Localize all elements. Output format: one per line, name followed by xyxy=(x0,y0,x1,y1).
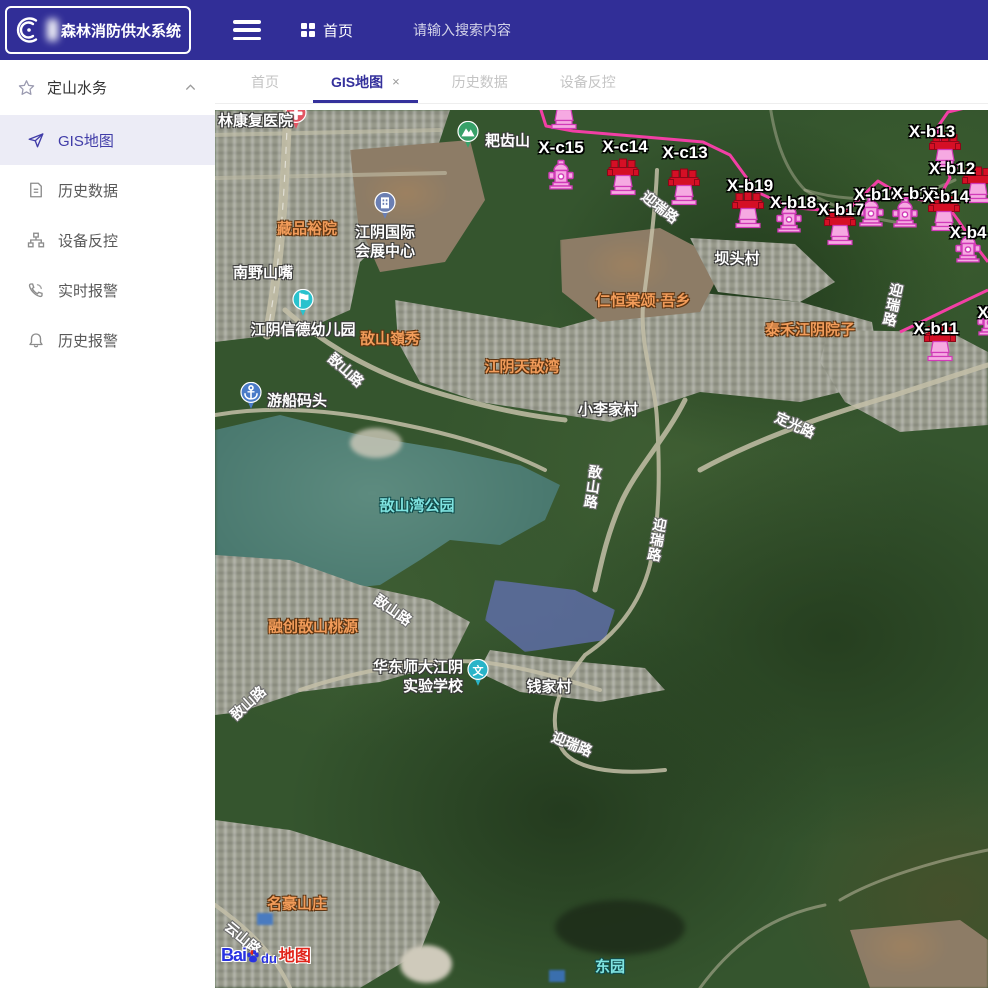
hydrant-label: X-b13 xyxy=(909,122,955,142)
chevron-up-icon[interactable] xyxy=(184,81,197,94)
poi-label: 江阴信德幼儿园 xyxy=(250,321,355,340)
fire-hydrant-marker-X-c15[interactable] xyxy=(548,160,574,195)
tab-设备反控[interactable]: 设备反控 xyxy=(534,60,642,103)
baidu-paw-icon xyxy=(245,949,261,965)
place-label: 小李家村 xyxy=(578,399,638,420)
baidu-logo-bai: Bai xyxy=(221,945,246,966)
place-label: 仁恒棠颂·吾乡 xyxy=(596,290,691,311)
place-label: 南野山嘴 xyxy=(233,262,293,283)
fire-hydrant-marker-X-b19[interactable] xyxy=(732,192,764,235)
sidebar-item-label: 设备反控 xyxy=(58,230,118,251)
sidebar-item-实时报警[interactable]: 实时报警 xyxy=(0,265,215,315)
place-label: 江阴天敔湾 xyxy=(484,356,559,377)
sidebar-item-历史数据[interactable]: 历史数据 xyxy=(0,165,215,215)
send-icon xyxy=(27,131,45,149)
mountain-marker[interactable] xyxy=(457,121,479,154)
building-marker[interactable] xyxy=(374,192,396,225)
place-label: 钱家村 xyxy=(526,676,571,697)
place-label: 名豪山庄 xyxy=(267,893,327,914)
kindergarten-marker[interactable] xyxy=(292,289,314,322)
hydrant-label: X-c13 xyxy=(662,143,707,163)
sidebar-item-label: GIS地图 xyxy=(58,130,114,151)
star-icon xyxy=(18,79,35,96)
sidebar-item-label: 历史报警 xyxy=(58,330,118,351)
sidebar: 定山水务 GIS地图历史数据设备反控实时报警历史报警 xyxy=(0,60,215,988)
roads-and-pipeline xyxy=(215,110,988,988)
document-icon xyxy=(27,181,45,199)
baidu-logo-map-text: 地图 xyxy=(279,942,311,966)
place-label: 融创敔山桃源 xyxy=(268,616,358,637)
fire-hydrant-marker-X-c13[interactable] xyxy=(668,169,700,212)
poi-label: 华东师大江阴实验学校 xyxy=(373,658,463,696)
sitemap-icon xyxy=(27,231,45,249)
search-input[interactable] xyxy=(413,22,653,38)
hydrant-label: X-b11 xyxy=(913,319,958,339)
grid-icon xyxy=(301,23,315,37)
baidu-logo-du: du xyxy=(261,951,277,966)
sidebar-item-历史报警[interactable]: 历史报警 xyxy=(0,315,215,365)
sidebar-item-设备反控[interactable]: 设备反控 xyxy=(0,215,215,265)
sidebar-item-label: 实时报警 xyxy=(58,280,118,301)
tab-历史数据[interactable]: 历史数据 xyxy=(426,60,534,103)
app-logo: 森林消防供水系统 xyxy=(5,6,191,54)
nav-home[interactable]: 首页 xyxy=(301,20,353,41)
poi-label: 江阴国际会展中心 xyxy=(355,223,415,261)
app-header: 森林消防供水系统 首页 xyxy=(0,0,988,60)
svg-text:文: 文 xyxy=(473,663,485,677)
baidu-maps-logo: Bai du 地图 xyxy=(221,942,311,966)
tab-label: GIS地图 xyxy=(331,72,383,92)
tab-close-icon[interactable]: × xyxy=(392,74,400,89)
fire-hydrant-marker-X-c14[interactable] xyxy=(607,159,639,202)
place-label: 藏品裕院 xyxy=(277,218,337,239)
hydrant-label: X-b4 xyxy=(950,223,987,243)
sonar-logo-icon xyxy=(15,15,45,45)
place-label: 东园 xyxy=(595,956,625,977)
redacted-text xyxy=(47,19,58,41)
app-title: 森林消防供水系统 xyxy=(61,20,181,41)
sidebar-item-label: 历史数据 xyxy=(58,180,118,201)
place-label: 泰禾江阴院子 xyxy=(765,319,855,340)
tab-label: 历史数据 xyxy=(452,72,508,92)
place-label: 坝头村 xyxy=(714,248,759,269)
sidebar-group-label: 定山水务 xyxy=(47,77,184,98)
school-marker[interactable]: 文 xyxy=(467,659,489,692)
hydrant-label: X-b12 xyxy=(929,159,975,179)
tab-label: 首页 xyxy=(251,72,279,92)
poi-label: 林康复医院 xyxy=(218,112,293,131)
tab-首页[interactable]: 首页 xyxy=(225,60,305,103)
tab-bar: 首页 GIS地图 × 历史数据 设备反控 xyxy=(215,60,988,104)
poi-label: 游船码头 xyxy=(267,392,327,411)
hydrant-label: X xyxy=(977,303,988,323)
sidebar-item-GIS地图[interactable]: GIS地图 xyxy=(0,115,215,165)
place-label: 敔山嶺秀 xyxy=(360,328,420,349)
hydrant-label: X-c15 xyxy=(538,138,583,158)
poi-label: 耙齿山 xyxy=(485,132,530,151)
sidebar-menu: GIS地图历史数据设备反控实时报警历史报警 xyxy=(0,115,215,365)
main-content: 首页 GIS地图 × 历史数据 设备反控 xyxy=(215,60,988,988)
hydrant-label: X-b19 xyxy=(727,176,773,196)
anchor-marker[interactable] xyxy=(240,382,262,415)
tab-label: 设备反控 xyxy=(560,72,616,92)
bell-icon xyxy=(27,331,45,349)
nav-home-label: 首页 xyxy=(323,20,353,41)
hydrant-label: X-b14 xyxy=(923,187,969,207)
gis-map[interactable]: X-c15X-c14X-c13X-b19X-b18X-b17X-b16X-b15… xyxy=(215,110,988,988)
sidebar-group-dingshan[interactable]: 定山水务 xyxy=(0,60,215,115)
hydrant-label: X-c14 xyxy=(602,137,647,157)
tab-GIS地图[interactable]: GIS地图 × xyxy=(305,60,426,103)
place-label: 敔山湾公园 xyxy=(379,495,454,516)
phone-icon xyxy=(27,281,45,299)
hydrant-label: X-b18 xyxy=(770,193,816,213)
fire-hydrant-marker[interactable] xyxy=(548,110,580,136)
hamburger-menu-icon[interactable] xyxy=(233,20,261,40)
